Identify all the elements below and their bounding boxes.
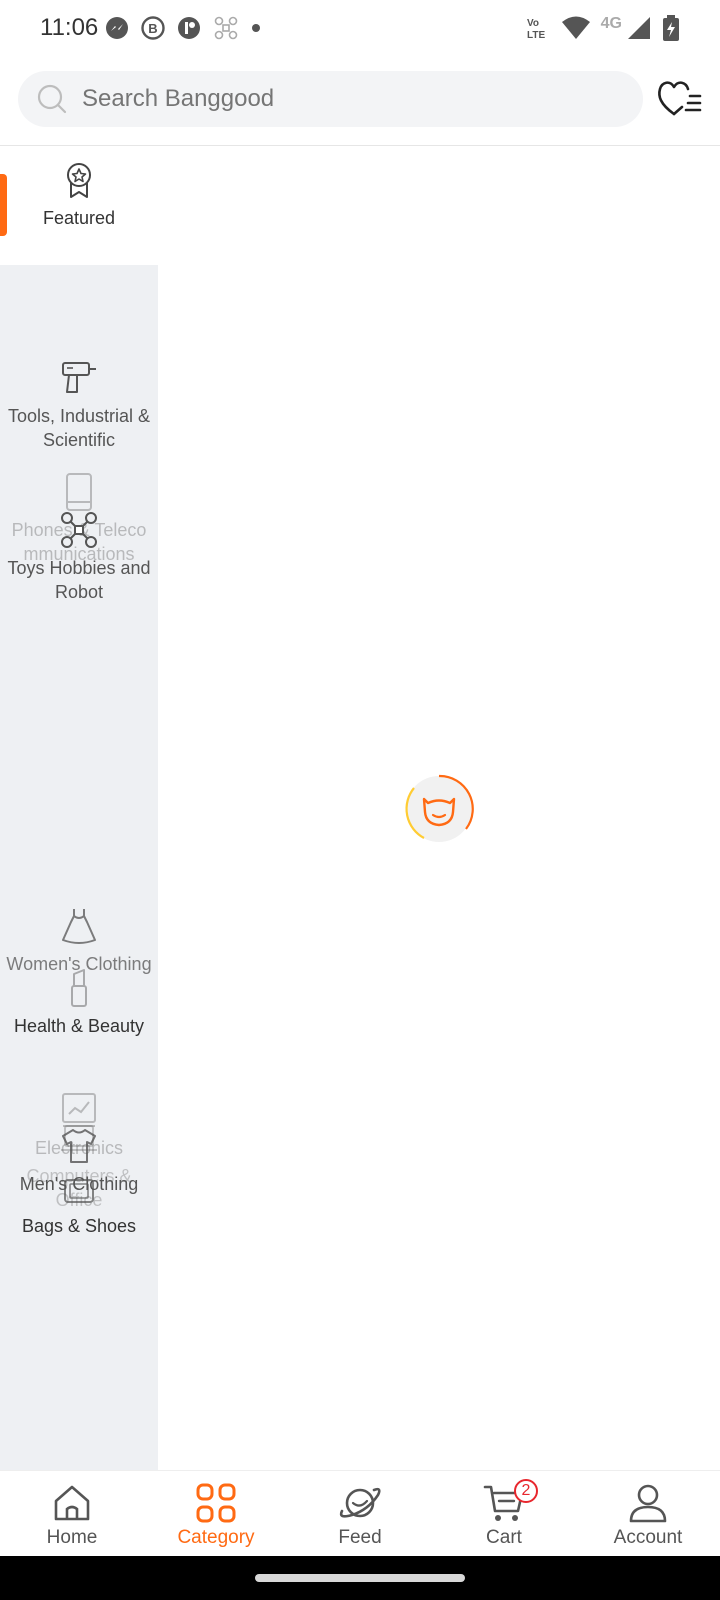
notification-icons: B [104,14,262,42]
category-sidebar: Featured Tools, Industrial & Scientific … [0,146,158,1470]
drill-icon [62,362,96,393]
nav-label: Account [613,1527,683,1548]
sidebar-item-label: Toys Hobbies and Robot [7,558,151,602]
network-type-label: 4G [600,15,622,32]
svg-text:B: B [148,21,157,36]
nav-category[interactable]: Category [144,1471,288,1556]
cart-count-badge: 2 [514,1479,538,1503]
b-badge-icon: B [141,16,165,40]
nav-label: Category [177,1527,255,1548]
nav-feed[interactable]: Feed [288,1471,432,1556]
nav-account[interactable]: Account [576,1471,720,1556]
nav-label: Cart [486,1527,522,1548]
volte-icon: Vo LTE [527,18,545,41]
phone-icon [66,473,92,511]
nav-home[interactable]: Home [0,1471,144,1556]
system-status-icons: Vo LTE 4G [525,12,680,44]
sidebar-item-tools[interactable]: Tools, Industrial & Scientific [0,358,158,452]
svg-text:Vo: Vo [527,18,539,29]
more-dot-icon [252,24,260,32]
award-ribbon-icon [67,163,91,198]
nav-cart[interactable]: 2 Cart [432,1471,576,1556]
dress-icon [62,909,96,944]
messenger-icon [106,17,128,39]
sidebar-item-label: Bags & Shoes [21,1216,137,1236]
sidebar-item-toys[interactable]: Toys Hobbies and Robot [0,510,158,604]
nav-label: Feed [338,1527,382,1548]
sidebar-item-featured[interactable]: Featured [0,146,158,265]
battery-charging-icon [663,15,679,41]
account-icon [629,1484,667,1523]
category-grid-icon [196,1483,236,1523]
search-header [0,56,720,146]
wishlist-heart-icon[interactable] [656,76,704,120]
search-bar[interactable] [18,71,643,127]
sidebar-item-bags-shoes[interactable]: Bags & Shoes [0,1168,158,1238]
signal-icon [628,17,650,39]
loading-spinner-icon [405,774,474,842]
nav-label: Home [46,1527,98,1548]
lipstick-icon [71,969,87,1007]
search-input[interactable] [80,84,580,114]
svg-text:LTE: LTE [527,30,545,41]
app-notification-icon [178,17,200,39]
wifi-icon [561,16,590,39]
bag-icon [64,1179,94,1203]
sidebar-item-health-beauty[interactable]: Health & Beauty [0,968,158,1038]
search-icon [37,84,67,114]
drone-notification-icon [214,16,238,40]
shirt-icon [62,1129,96,1163]
sidebar-item-label: Featured [42,208,116,228]
home-gesture-handle[interactable] [255,1574,465,1582]
status-bar: 11:06 B Vo LTE 4G [0,0,720,56]
category-content [158,146,720,1470]
system-gesture-area [0,1556,720,1600]
drone-icon [61,512,97,548]
sidebar-item-label: Tools, Industrial & Scientific [7,406,151,450]
status-time: 11:06 [40,14,99,41]
sidebar-item-label: Health & Beauty [13,1016,145,1036]
planet-icon [339,1487,381,1518]
home-icon [54,1485,90,1521]
sidebar-item-womens-clothing[interactable]: Women's Clothing [0,906,158,976]
bottom-nav: Home Category Feed 2 Cart Account [0,1470,720,1556]
